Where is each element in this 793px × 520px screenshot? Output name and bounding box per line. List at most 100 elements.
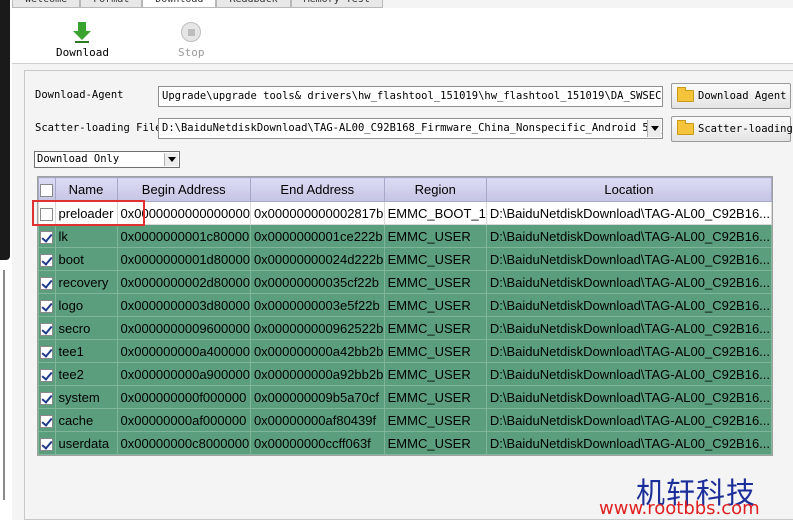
row-checkbox[interactable] bbox=[40, 230, 54, 244]
partition-name-cell: tee1 bbox=[54, 339, 118, 363]
end-address-cell: 0x00000000035cf22b bbox=[249, 270, 385, 294]
row-checkbox[interactable] bbox=[40, 299, 54, 313]
location-cell: D:\BaiduNetdiskDownload\TAG-AL00_C92B16.… bbox=[485, 339, 772, 363]
row-checkbox-cell[interactable] bbox=[38, 362, 56, 386]
begin-address-cell: 0x00000000af000000 bbox=[116, 408, 251, 432]
scatter-loading-button[interactable]: Scatter-loading bbox=[671, 116, 793, 142]
stop-icon bbox=[181, 22, 202, 42]
begin-address-cell: 0x0000000002d80000 bbox=[116, 270, 251, 294]
table-header-row: Name Begin Address End Address Region Lo… bbox=[38, 177, 772, 202]
download-button-label: Download bbox=[56, 46, 109, 59]
begin-address-cell: 0x000000000a900000 bbox=[116, 362, 251, 386]
chevron-down-icon[interactable] bbox=[647, 120, 661, 137]
table-row[interactable]: logo 0x0000000003d80000 0x0000000003e5f22b… bbox=[38, 293, 772, 317]
tab-readback[interactable]: Readback bbox=[216, 0, 291, 8]
tab-welcome[interactable]: Welcome bbox=[12, 0, 81, 8]
adjacent-window-bar bbox=[0, 0, 10, 260]
begin-address-cell: 0x000000000a400000 bbox=[116, 339, 251, 363]
row-checkbox-cell[interactable] bbox=[38, 270, 56, 294]
region-cell: EMMC_USER bbox=[383, 247, 487, 271]
location-cell: D:\BaiduNetdiskDownload\TAG-AL00_C92B16.… bbox=[485, 270, 772, 294]
column-header-end-address[interactable]: End Address bbox=[249, 177, 385, 202]
partition-name-cell: logo bbox=[54, 293, 118, 317]
end-address-cell: 0x0000000003e5f22b bbox=[249, 293, 385, 317]
row-checkbox[interactable] bbox=[40, 253, 54, 267]
download-agent-button[interactable]: Download Agent bbox=[671, 83, 791, 109]
partition-table: Name Begin Address End Address Region Lo… bbox=[37, 176, 773, 456]
select-all-checkbox-cell[interactable] bbox=[38, 177, 56, 202]
scatter-loading-value: D:\BaiduNetdiskDownload\TAG-AL00_C92B168… bbox=[162, 122, 663, 134]
tab-format[interactable]: Format bbox=[80, 0, 143, 8]
end-address-cell: 0x00000000024d222b bbox=[249, 247, 385, 271]
table-row[interactable]: tee1 0x000000000a400000 0x000000000a42bb2b… bbox=[38, 339, 772, 363]
end-address-cell: 0x000000000962522b bbox=[249, 316, 385, 340]
scatter-loading-label: Scatter-loading File bbox=[35, 122, 162, 134]
download-mode-select[interactable]: Download Only bbox=[34, 151, 180, 168]
select-all-checkbox[interactable] bbox=[40, 184, 54, 198]
location-cell: D:\BaiduNetdiskDownload\TAG-AL00_C92B16.… bbox=[485, 316, 772, 340]
row-checkbox-cell[interactable] bbox=[38, 431, 56, 455]
row-checkbox-cell[interactable] bbox=[38, 385, 56, 409]
location-cell: D:\BaiduNetdiskDownload\TAG-AL00_C92B16.… bbox=[485, 224, 772, 248]
download-agent-field[interactable]: Upgrade\upgrade tools& drivers\hw_flasht… bbox=[158, 86, 663, 107]
column-header-name[interactable]: Name bbox=[54, 177, 118, 202]
row-checkbox-cell[interactable] bbox=[38, 316, 56, 340]
begin-address-cell: 0x0000000001c80000 bbox=[116, 224, 251, 248]
region-cell: EMMC_USER bbox=[383, 408, 487, 432]
tab-memory-test[interactable]: Memory Test bbox=[290, 0, 383, 8]
column-header-location[interactable]: Location bbox=[485, 177, 772, 202]
table-row[interactable]: tee2 0x000000000a900000 0x000000000a92bb2b… bbox=[38, 362, 772, 386]
location-cell: D:\BaiduNetdiskDownload\TAG-AL00_C92B16.… bbox=[485, 431, 772, 455]
partition-name-cell: system bbox=[54, 385, 118, 409]
partition-name-cell: lk bbox=[54, 224, 118, 248]
location-cell: D:\BaiduNetdiskDownload\TAG-AL00_C92B16.… bbox=[485, 247, 772, 271]
table-row[interactable]: system 0x000000000f000000 0x000000009b5a70… bbox=[38, 385, 772, 409]
row-checkbox[interactable] bbox=[40, 368, 54, 382]
row-checkbox-cell[interactable] bbox=[38, 408, 56, 432]
scatter-loading-combo[interactable]: D:\BaiduNetdiskDownload\TAG-AL00_C92B168… bbox=[158, 118, 663, 139]
end-address-cell: 0x00000000af80439f bbox=[249, 408, 385, 432]
end-address-cell: 0x000000000a42bb2b bbox=[249, 339, 385, 363]
partition-name-cell: boot bbox=[54, 247, 118, 271]
region-cell: EMMC_USER bbox=[383, 270, 487, 294]
region-cell: EMMC_USER bbox=[383, 224, 487, 248]
begin-address-cell: 0x00000000c8000000 bbox=[116, 431, 251, 455]
row-checkbox-cell[interactable] bbox=[38, 339, 56, 363]
region-cell: EMMC_USER bbox=[383, 316, 487, 340]
download-agent-button-label: Download Agent bbox=[698, 90, 787, 102]
end-address-cell: 0x0000000001ce222b bbox=[249, 224, 385, 248]
row-checkbox[interactable] bbox=[40, 345, 54, 359]
table-row[interactable]: secro 0x0000000009600000 0x000000000962522… bbox=[38, 316, 772, 340]
table-row[interactable]: cache 0x00000000af000000 0x00000000af80439… bbox=[38, 408, 772, 432]
row-checkbox[interactable] bbox=[40, 276, 54, 290]
begin-address-cell: 0x000000000f000000 bbox=[116, 385, 251, 409]
folder-icon bbox=[677, 120, 694, 135]
row-checkbox-cell[interactable] bbox=[38, 293, 56, 317]
folder-icon bbox=[677, 87, 694, 102]
table-row[interactable]: lk 0x0000000001c80000 0x0000000001ce222b EM… bbox=[38, 224, 772, 248]
table-row[interactable]: preloader 0x0000000000000000 0x00000000000… bbox=[38, 201, 772, 225]
stop-button[interactable]: Stop bbox=[178, 22, 205, 59]
download-agent-label: Download-Agent bbox=[35, 89, 124, 101]
row-checkbox[interactable] bbox=[40, 414, 54, 428]
partition-name-cell: tee2 bbox=[54, 362, 118, 386]
table-row[interactable]: recovery 0x0000000002d80000 0x00000000035c… bbox=[38, 270, 772, 294]
table-row[interactable]: boot 0x0000000001d80000 0x00000000024d222b… bbox=[38, 247, 772, 271]
row-checkbox[interactable] bbox=[40, 391, 54, 405]
partition-name-cell: userdata bbox=[54, 431, 118, 455]
row-checkbox[interactable] bbox=[40, 322, 54, 336]
region-cell: EMMC_BOOT_1 bbox=[383, 201, 487, 225]
column-header-region[interactable]: Region bbox=[383, 177, 487, 202]
partition-name-cell: recovery bbox=[54, 270, 118, 294]
row-checkbox-cell[interactable] bbox=[38, 247, 56, 271]
column-header-begin-address[interactable]: Begin Address bbox=[116, 177, 251, 202]
table-row[interactable]: userdata 0x00000000c8000000 0x00000000ccff… bbox=[38, 431, 772, 455]
download-arrow-icon bbox=[72, 22, 92, 43]
tab-download[interactable]: Download bbox=[142, 0, 217, 8]
row-checkbox-cell[interactable] bbox=[38, 224, 56, 248]
row-checkbox[interactable] bbox=[40, 437, 54, 451]
end-address-cell: 0x000000000a92bb2b bbox=[249, 362, 385, 386]
download-button[interactable]: Download bbox=[56, 22, 109, 59]
chevron-down-icon[interactable] bbox=[164, 153, 178, 166]
toolbar: Download Stop bbox=[12, 8, 793, 64]
